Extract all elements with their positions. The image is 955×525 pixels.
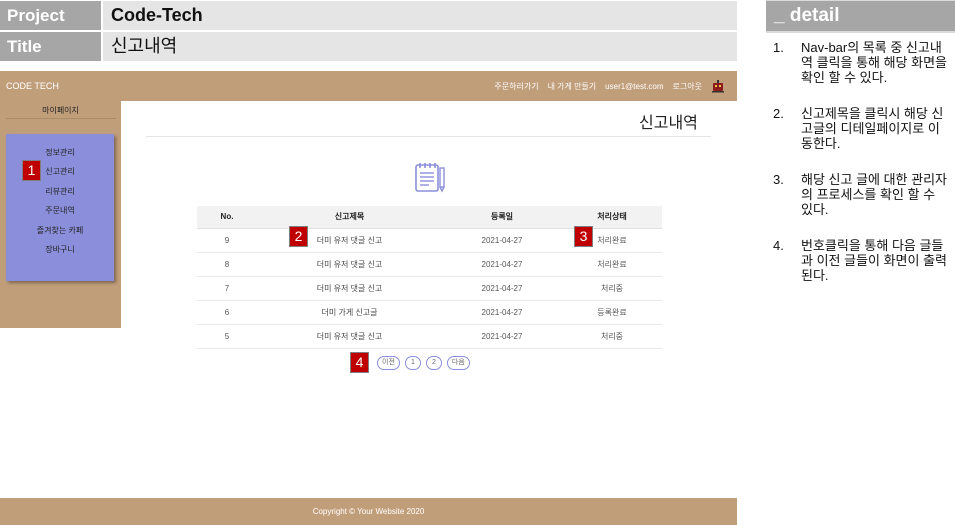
sidebar-item-orders[interactable]: 주문내역: [6, 205, 114, 216]
detail-heading: _ detail: [766, 1, 955, 31]
row-number: 5: [197, 324, 257, 349]
robot-icon[interactable]: [711, 79, 725, 93]
title-label: Title: [0, 32, 101, 61]
detail-item: 2. 신고제목을 클릭시 해당 신고글의 디테일페이지로 이동한다.: [773, 106, 949, 151]
row-date: 2021-04-27: [442, 300, 562, 325]
table-row[interactable]: 6 더미 가게 신고글 2021-04-27 등록완료: [197, 300, 662, 325]
page-1-button[interactable]: 1: [404, 356, 421, 370]
row-status: 처리완료: [562, 252, 662, 277]
detail-item: 3. 해당 신고 글에 대한 관리자의 프로세스를 확인 할 수 있다.: [773, 172, 949, 217]
sidebar-divider: [6, 118, 116, 119]
row-title-link[interactable]: 더미 유저 댓글 신고: [257, 276, 442, 301]
detail-item-number: 4.: [773, 238, 784, 253]
table-row[interactable]: 8 더미 유저 댓글 신고 2021-04-27 처리완료: [197, 252, 662, 277]
top-nav-links: 주문하러가기 내 가게 만들기 user1@test.com 로그아웃: [494, 71, 725, 101]
nav-order-link[interactable]: 주문하러가기: [494, 81, 538, 92]
project-value: Code-Tech: [103, 1, 737, 30]
row-date: 2021-04-27: [442, 228, 562, 253]
row-title-link[interactable]: 더미 유저 댓글 신고: [257, 228, 442, 253]
row-status: 등록완료: [562, 300, 662, 325]
detail-item-number: 1.: [773, 40, 784, 55]
detail-item-text: 해당 신고 글에 대한 관리자의 프로세스를 확인 할 수 있다.: [801, 172, 948, 217]
row-number: 6: [197, 300, 257, 325]
detail-item-number: 3.: [773, 172, 784, 187]
sidebar-item-favorites[interactable]: 즐겨찾는 카페: [6, 225, 114, 236]
col-date: 등록일: [442, 206, 562, 229]
detail-item-number: 2.: [773, 106, 784, 121]
row-date: 2021-04-27: [442, 252, 562, 277]
detail-item: 1. Nav-bar의 목록 중 신고내역 클릭을 통해 해당 화면을 확인 할 …: [773, 40, 949, 85]
detail-list: 1. Nav-bar의 목록 중 신고내역 클릭을 통해 해당 화면을 확인 할 …: [766, 33, 955, 283]
brand-logo[interactable]: CODE TECH: [6, 71, 59, 101]
sidebar: 마이페이지 정보관리 신고관리 리뷰관리 주문내역 즐겨찾는 카페 장바구니: [0, 101, 121, 328]
nav-make-store-link[interactable]: 내 가게 만들기: [548, 81, 597, 92]
row-title-link[interactable]: 더미 유저 댓글 신고: [257, 252, 442, 277]
notepad-icon: [413, 160, 447, 194]
sidebar-item-reviews[interactable]: 리뷰관리: [6, 186, 114, 197]
title-row: Title 신고내역: [0, 32, 737, 61]
row-number: 8: [197, 252, 257, 277]
row-title-link[interactable]: 더미 유저 댓글 신고: [257, 324, 442, 349]
nav-logout-link[interactable]: 로그아웃: [673, 81, 702, 92]
row-date: 2021-04-27: [442, 276, 562, 301]
next-page-button[interactable]: 다음: [446, 356, 470, 370]
project-row: Project Code-Tech: [0, 1, 737, 30]
title-divider: [146, 136, 711, 137]
row-title-link[interactable]: 더미 가게 신고글: [257, 300, 442, 325]
project-label: Project: [0, 1, 101, 30]
row-date: 2021-04-27: [442, 324, 562, 349]
sidebar-item-cart[interactable]: 장바구니: [6, 244, 114, 255]
row-status: 처리중: [562, 276, 662, 301]
page-title: 신고내역: [639, 113, 698, 132]
detail-item: 4. 번호클릭을 통해 다음 글들과 이전 글들이 화면이 출력된다.: [773, 238, 949, 283]
annotation-badge-3: 3: [574, 226, 593, 247]
sidebar-menu: 정보관리 신고관리 리뷰관리 주문내역 즐겨찾는 카페 장바구니: [6, 134, 114, 281]
row-number: 9: [197, 228, 257, 253]
col-status: 처리상태: [562, 206, 662, 229]
sidebar-title: 마이페이지: [42, 106, 79, 115]
app-screenshot: CODE TECH 주문하러가기 내 가게 만들기 user1@test.com…: [0, 71, 737, 525]
annotation-badge-4: 4: [350, 352, 369, 373]
detail-item-text: 번호클릭을 통해 다음 글들과 이전 글들이 화면이 출력된다.: [801, 238, 948, 283]
storyboard-page: Project Code-Tech Title 신고내역 _ detail 1.…: [0, 0, 955, 525]
prev-page-button[interactable]: 이전: [377, 356, 400, 370]
col-title: 신고제목: [257, 206, 442, 229]
pagination: 이전 1 2 다음: [377, 356, 470, 370]
detail-item-text: Nav-bar의 목록 중 신고내역 클릭을 통해 해당 화면을 확인 할 수 …: [801, 40, 948, 85]
col-number: No.: [197, 206, 257, 229]
table-header-row: No. 신고제목 등록일 처리상태: [197, 206, 662, 229]
annotation-badge-2: 2: [289, 226, 308, 247]
sidebar-item-info[interactable]: 정보관리: [6, 147, 114, 158]
detail-body: 1. Nav-bar의 목록 중 신고내역 클릭을 통해 해당 화면을 확인 할 …: [766, 33, 955, 525]
detail-panel: _ detail 1. Nav-bar의 목록 중 신고내역 클릭을 통해 해당 …: [766, 0, 955, 525]
title-value: 신고내역: [103, 32, 737, 61]
row-number: 7: [197, 276, 257, 301]
annotation-badge-1: 1: [22, 160, 41, 181]
footer: Copyright © Your Website 2020: [0, 498, 737, 525]
detail-item-text: 신고제목을 클릭시 해당 신고글의 디테일페이지로 이동한다.: [801, 106, 944, 151]
row-status: 처리중: [562, 324, 662, 349]
top-navbar: CODE TECH 주문하러가기 내 가게 만들기 user1@test.com…: [0, 71, 737, 101]
table-row[interactable]: 7 더미 유저 댓글 신고 2021-04-27 처리중: [197, 276, 662, 301]
nav-user-email[interactable]: user1@test.com: [605, 82, 663, 91]
page-2-button[interactable]: 2: [425, 356, 442, 370]
table-row[interactable]: 5 더미 유저 댓글 신고 2021-04-27 처리중: [197, 324, 662, 349]
